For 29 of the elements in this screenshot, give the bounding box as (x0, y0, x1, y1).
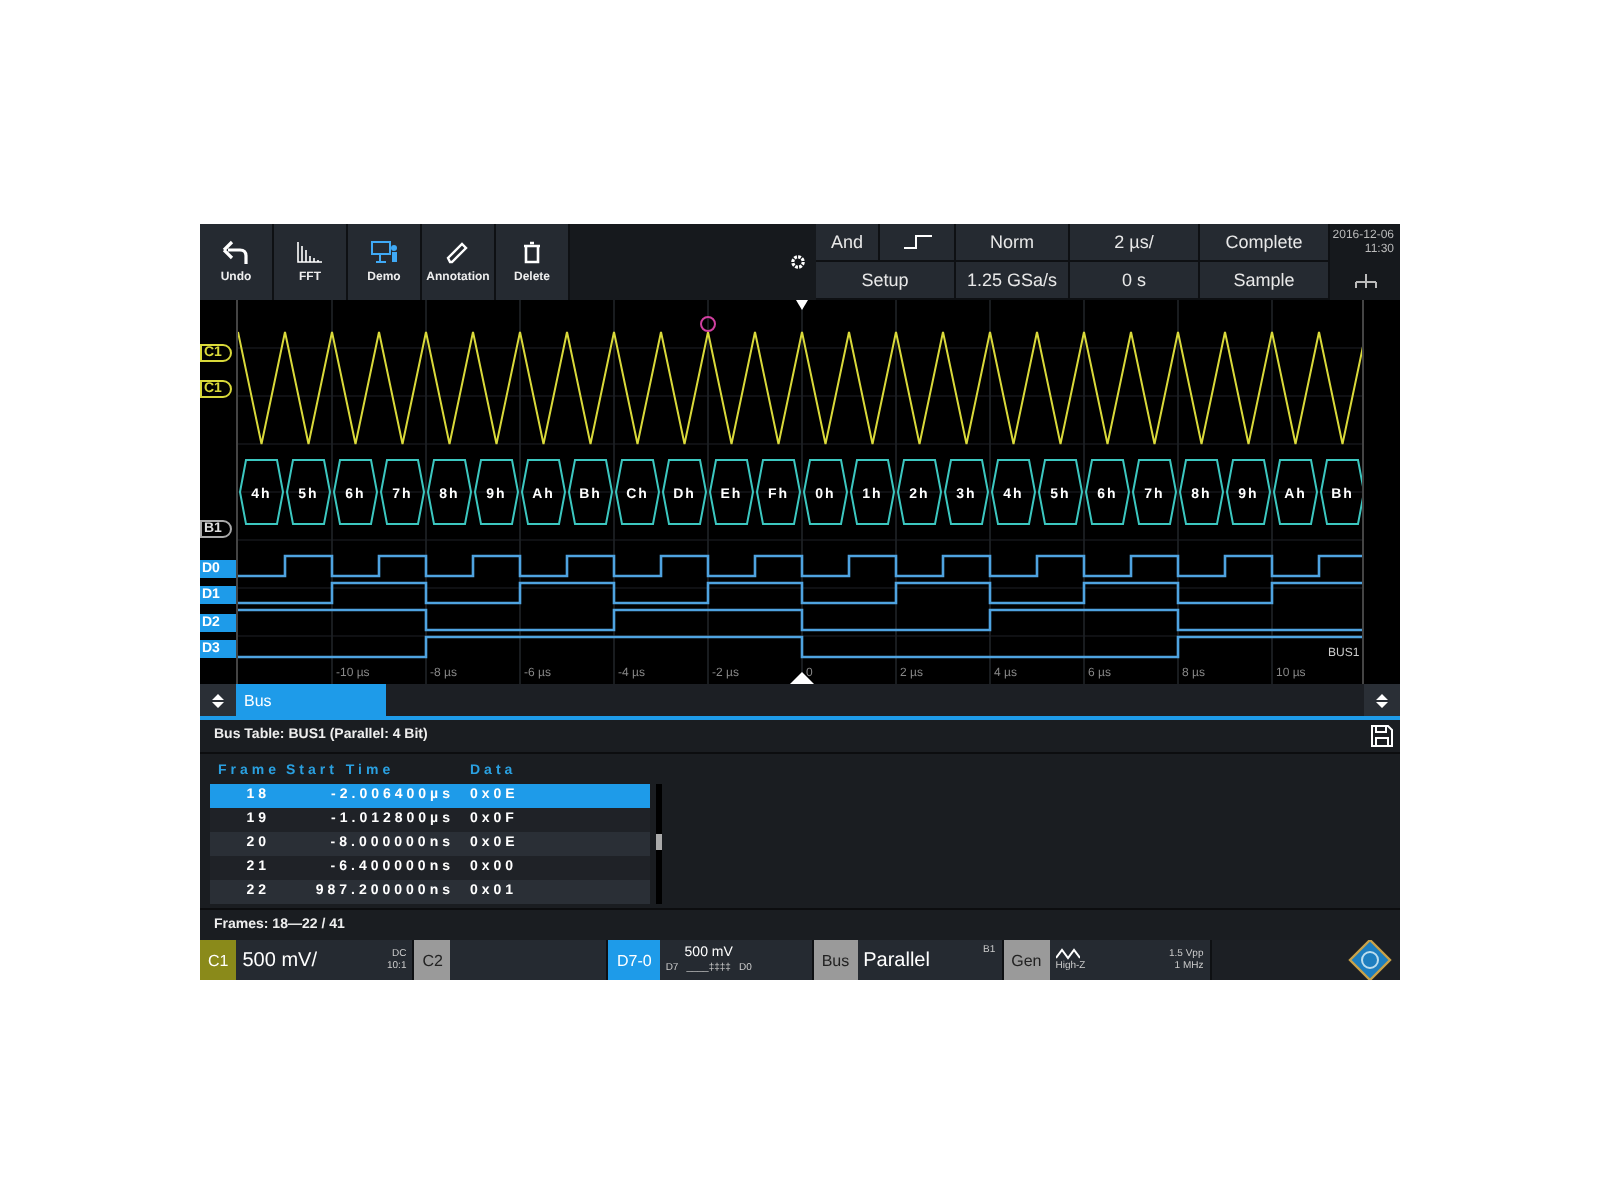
settings-icon[interactable] (790, 254, 806, 270)
trigger-point-icon (699, 316, 716, 332)
generator-tag[interactable]: Gen (1003, 940, 1050, 980)
trash-icon (518, 240, 546, 264)
rising-edge-icon (903, 234, 931, 250)
presentation-icon (370, 240, 398, 264)
trigger-slope[interactable] (880, 224, 956, 262)
pencil-icon (444, 240, 472, 264)
undo-icon (222, 240, 250, 264)
timebase[interactable]: 2 µs/ (1070, 224, 1200, 262)
acquisition-state[interactable]: Complete (1200, 224, 1330, 262)
bus-tag[interactable]: Bus (813, 940, 858, 980)
trigger-setup[interactable]: Setup (816, 262, 956, 300)
vertical-scale: 500 mV/ (242, 949, 317, 971)
up-down-icon[interactable] (1374, 691, 1390, 709)
triangle-wave-icon (1055, 948, 1080, 960)
save-icon[interactable] (1370, 723, 1394, 748)
spectrum-icon (296, 240, 324, 264)
up-down-icon[interactable] (210, 691, 226, 709)
trigger-logic[interactable]: And (816, 224, 880, 262)
channel-tag[interactable]: C2 (414, 940, 451, 980)
channel-tag[interactable]: C1 (200, 940, 237, 980)
sample-rate[interactable]: 1.25 GSa/s (956, 262, 1070, 300)
scrollbar[interactable] (656, 783, 662, 904)
horizontal-position[interactable]: 0 s (1070, 262, 1200, 300)
network-icon (1353, 273, 1377, 289)
acquisition-mode[interactable]: Sample (1200, 262, 1330, 300)
trigger-mode[interactable]: Norm (956, 224, 1070, 262)
bus-protocol: Parallel (863, 949, 930, 971)
